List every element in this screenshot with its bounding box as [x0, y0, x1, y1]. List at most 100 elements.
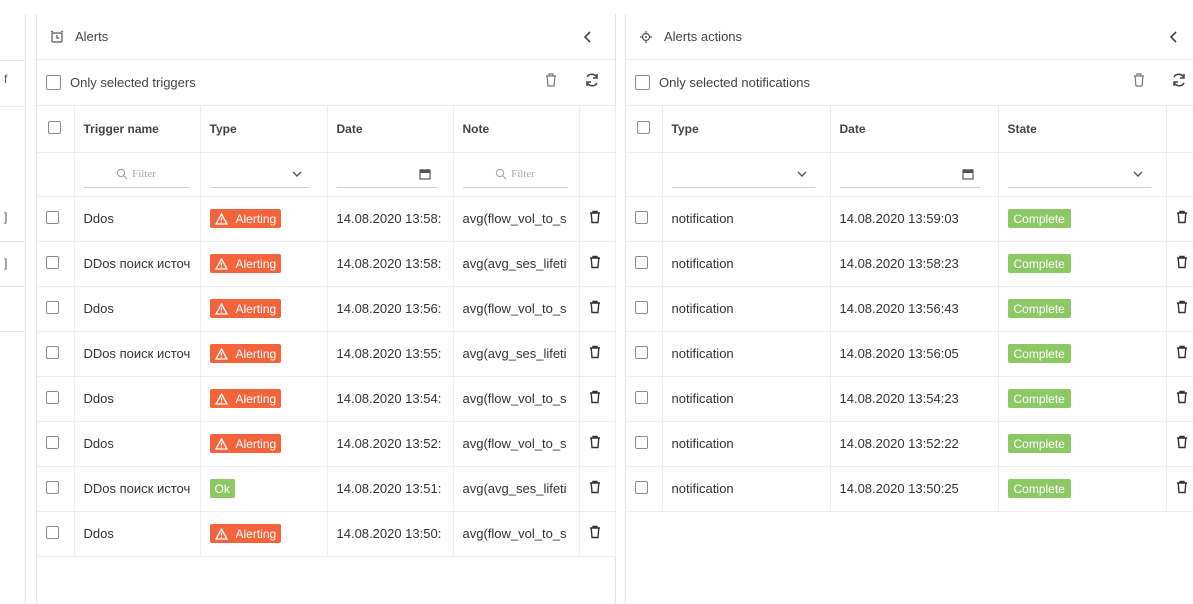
- table-row[interactable]: Ddos Alerting 14.08.2020 13:52: avg(flow_vo…: [37, 421, 616, 467]
- refresh-icon[interactable]: [584, 72, 600, 88]
- trash-icon[interactable]: [589, 345, 601, 359]
- table-row[interactable]: notification 14.08.2020 13:56:43 Complete: [626, 286, 1193, 332]
- trash-icon[interactable]: [589, 435, 601, 449]
- trash-icon[interactable]: [589, 210, 601, 224]
- left-panel-fragment: f: [4, 72, 8, 86]
- chevron-left-icon[interactable]: [583, 30, 593, 48]
- row-checkbox[interactable]: [46, 210, 59, 224]
- trash-icon[interactable]: [1132, 72, 1146, 88]
- filter-placeholder: Filter: [511, 167, 535, 180]
- table-row[interactable]: notification 14.08.2020 13:50:25 Complete: [626, 466, 1193, 512]
- chevron-left-icon[interactable]: [1169, 30, 1179, 48]
- trash-icon[interactable]: [1176, 480, 1188, 494]
- column-header-type[interactable]: Type: [200, 106, 328, 153]
- table-row[interactable]: notification 14.08.2020 13:56:05 Complete: [626, 331, 1193, 377]
- row-checkbox[interactable]: [635, 390, 648, 404]
- row-select-cell: [626, 376, 663, 422]
- table-row[interactable]: DDos поиск источ Alerting 14.08.2020 13:58…: [37, 241, 616, 287]
- trash-icon[interactable]: [589, 390, 601, 404]
- table-row[interactable]: Ddos Alerting 14.08.2020 13:58: avg(flow_vo…: [37, 196, 616, 242]
- only-selected-notifications-checkbox[interactable]: [635, 75, 650, 90]
- row-checkbox[interactable]: [635, 255, 648, 269]
- status-badge-label: Ok: [214, 481, 230, 496]
- column-header-trigger-name[interactable]: Trigger name: [74, 106, 201, 153]
- select-all-checkbox[interactable]: [48, 120, 61, 134]
- table-row[interactable]: notification 14.08.2020 13:52:22 Complete: [626, 421, 1193, 467]
- status-badge-label: Complete: [1013, 256, 1065, 271]
- row-checkbox[interactable]: [46, 345, 59, 359]
- trash-icon[interactable]: [589, 300, 601, 314]
- row-actions-cell: [579, 511, 616, 557]
- column-header-type[interactable]: Type: [662, 106, 831, 153]
- row-checkbox[interactable]: [46, 525, 59, 539]
- row-checkbox[interactable]: [635, 300, 648, 314]
- row-checkbox[interactable]: [46, 435, 59, 449]
- trash-icon[interactable]: [1176, 390, 1188, 404]
- alerts-panel: Alerts Only selected triggers Trigger na…: [36, 14, 616, 604]
- date-filter-picker[interactable]: [336, 160, 437, 188]
- column-header-date[interactable]: Date: [327, 106, 454, 153]
- date-cell: 14.08.2020 13:59:03: [830, 196, 999, 242]
- date-filter-picker[interactable]: [839, 160, 980, 188]
- row-checkbox[interactable]: [46, 255, 59, 269]
- row-checkbox[interactable]: [635, 435, 648, 449]
- note-filter[interactable]: Filter: [462, 160, 568, 188]
- chevron-down-icon: [292, 171, 301, 177]
- refresh-icon[interactable]: [1171, 72, 1187, 88]
- status-badge: Ok: [209, 479, 235, 498]
- type-cell: Alerting: [200, 376, 328, 422]
- type-filter-select[interactable]: [209, 160, 310, 188]
- row-actions-cell: [1166, 196, 1193, 242]
- table-row[interactable]: DDos поиск источ Ok 14.08.2020 13:51: avg(a…: [37, 466, 616, 512]
- trash-icon[interactable]: [544, 72, 558, 88]
- trash-icon[interactable]: [1176, 435, 1188, 449]
- row-checkbox[interactable]: [635, 210, 648, 224]
- column-header-note[interactable]: Note: [453, 106, 580, 153]
- row-checkbox[interactable]: [46, 390, 59, 404]
- table-row[interactable]: Ddos Alerting 14.08.2020 13:50: avg(flow_vo…: [37, 511, 616, 557]
- table-row[interactable]: Ddos Alerting 14.08.2020 13:54: avg(flow_vo…: [37, 376, 616, 422]
- row-checkbox[interactable]: [46, 480, 59, 494]
- note-cell: avg(avg_ses_lifeti: [453, 331, 580, 377]
- search-icon: [495, 168, 507, 179]
- select-all-checkbox[interactable]: [637, 120, 650, 134]
- trash-icon[interactable]: [1176, 345, 1188, 359]
- row-actions-cell: [579, 466, 616, 512]
- table-row[interactable]: notification 14.08.2020 13:59:03 Complete: [626, 196, 1193, 242]
- trash-icon[interactable]: [1176, 210, 1188, 224]
- action-type: notification: [671, 301, 734, 316]
- row-actions-cell: [579, 196, 616, 242]
- type-filter-select[interactable]: [671, 160, 815, 188]
- only-selected-triggers-checkbox[interactable]: [46, 75, 61, 90]
- status-badge-label: Complete: [1013, 346, 1065, 361]
- table-row[interactable]: Ddos Alerting 14.08.2020 13:56: avg(flow_vo…: [37, 286, 616, 332]
- row-checkbox[interactable]: [635, 345, 648, 359]
- date-cell: 14.08.2020 13:52:22: [830, 421, 999, 467]
- row-checkbox[interactable]: [635, 480, 648, 494]
- divider: [0, 331, 26, 332]
- type-cell: Alerting: [200, 511, 328, 557]
- trigger-name-filter[interactable]: Filter: [83, 160, 189, 188]
- select-all-cell: [37, 106, 75, 153]
- trash-icon[interactable]: [589, 480, 601, 494]
- warning-icon: [214, 392, 228, 405]
- left-panel-fragment: ]: [4, 256, 8, 270]
- column-header-date[interactable]: Date: [830, 106, 999, 153]
- action-date: 14.08.2020 13:54:23: [839, 391, 959, 406]
- trash-icon[interactable]: [1176, 300, 1188, 314]
- status-badge: Complete: [1007, 254, 1071, 273]
- trash-icon[interactable]: [1176, 255, 1188, 269]
- trash-icon[interactable]: [589, 525, 601, 539]
- status-badge: Alerting: [209, 254, 282, 273]
- table-row[interactable]: notification 14.08.2020 13:54:23 Complete: [626, 376, 1193, 422]
- table-row[interactable]: DDos поиск источ Alerting 14.08.2020 13:55…: [37, 331, 616, 377]
- column-header-actions: [579, 106, 616, 153]
- status-badge-label: Complete: [1013, 301, 1065, 316]
- trash-icon[interactable]: [589, 255, 601, 269]
- table-row[interactable]: notification 14.08.2020 13:58:23 Complete: [626, 241, 1193, 287]
- row-select-cell: [626, 196, 663, 242]
- column-header-state[interactable]: State: [998, 106, 1167, 153]
- state-filter-select[interactable]: [1007, 160, 1151, 188]
- trigger-name-cell: Ddos: [74, 421, 201, 467]
- row-checkbox[interactable]: [46, 300, 59, 314]
